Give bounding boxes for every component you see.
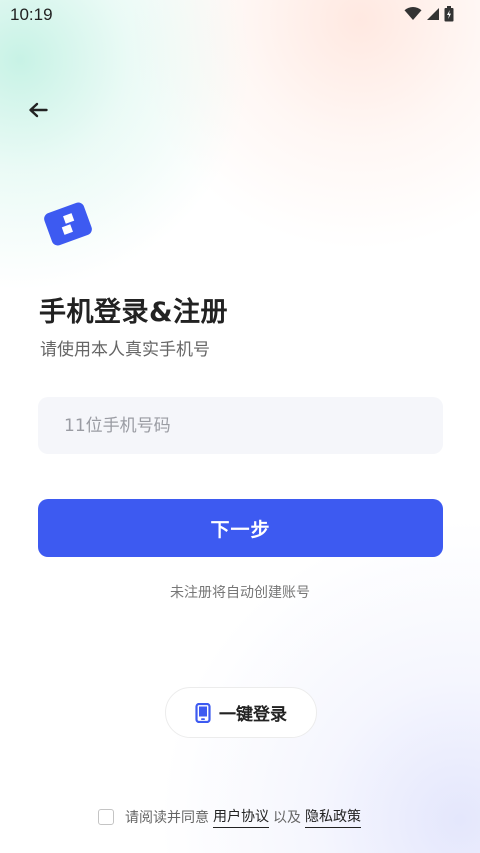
app-logo-icon	[44, 202, 92, 246]
one-key-login-button[interactable]: 一键登录	[165, 687, 317, 738]
agreement-checkbox[interactable]	[98, 809, 114, 825]
auto-register-hint: 未注册将自动创建账号	[170, 585, 310, 601]
signal-icon	[427, 8, 439, 20]
next-button[interactable]: 下一步	[38, 499, 443, 557]
status-time: 10:19	[10, 5, 53, 24]
one-key-login-label: 一键登录	[219, 705, 287, 725]
phone-input-container	[38, 397, 443, 454]
phone-number-input[interactable]	[38, 397, 443, 454]
wifi-icon	[404, 7, 422, 20]
user-agreement-link[interactable]: 用户协议	[213, 806, 269, 828]
privacy-policy-link[interactable]: 隐私政策	[305, 806, 361, 828]
agreement-row: 请阅读并同意 用户协议 以及 隐私政策	[98, 805, 363, 829]
status-icons	[404, 6, 454, 22]
status-bar: 10:19	[0, 0, 480, 30]
back-button[interactable]	[24, 96, 52, 124]
phone-icon	[195, 702, 211, 723]
page-subtitle: 请使用本人真实手机号	[40, 340, 210, 360]
battery-icon	[444, 6, 454, 22]
page-title: 手机登录&注册	[39, 297, 229, 328]
agreement-prefix: 请阅读并同意	[125, 810, 209, 826]
next-button-label: 下一步	[210, 518, 271, 541]
arrow-left-icon	[29, 102, 48, 118]
agreement-connector: 以及	[273, 810, 301, 826]
